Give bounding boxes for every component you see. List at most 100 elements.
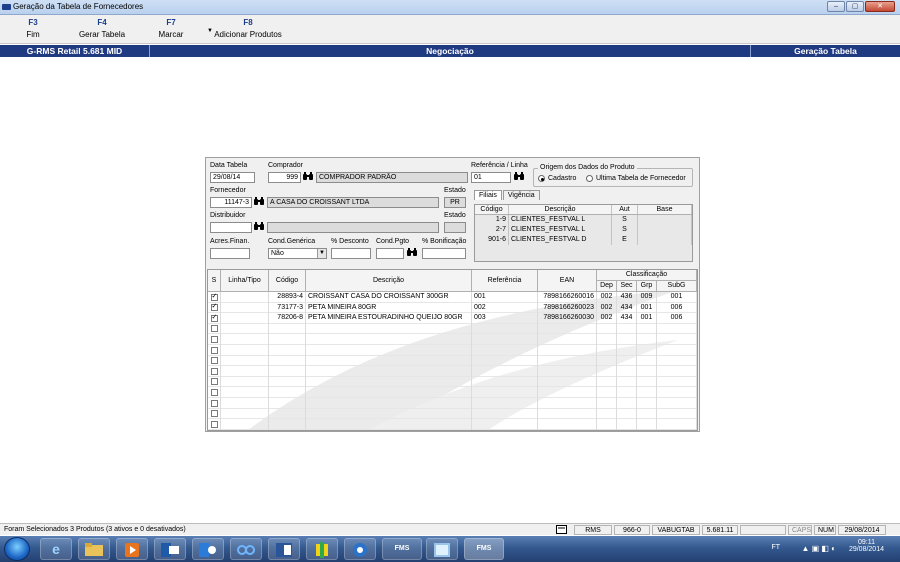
remote-app-icon[interactable]: [344, 538, 376, 560]
table-row[interactable]: [208, 398, 697, 409]
row-checkbox[interactable]: [210, 325, 218, 333]
table-row[interactable]: [208, 408, 697, 420]
row-checkbox[interactable]: [210, 378, 218, 386]
filiais-row[interactable]: 1-9 CLIENTES_FESTVAL L S: [475, 215, 692, 225]
maximize-button[interactable]: ▢: [846, 1, 864, 12]
toolbar-gerar-tabela-button[interactable]: F4 Gerar Tabela: [78, 18, 126, 39]
toolbar-adicionar-produtos-button[interactable]: ▼ F8 Adicionar Produtos: [207, 18, 282, 39]
cell-select[interactable]: [208, 334, 221, 345]
dropdown-arrow-icon[interactable]: ▼: [207, 28, 213, 34]
distribuidor-code-field[interactable]: [210, 222, 252, 233]
binoculars-search-icon[interactable]: [254, 222, 264, 231]
cell-referencia: [472, 398, 538, 409]
row-checkbox[interactable]: [210, 313, 218, 323]
cell-descricao: [306, 345, 472, 356]
row-checkbox[interactable]: [210, 410, 218, 418]
cell-select[interactable]: [208, 292, 221, 303]
tray-clock[interactable]: 09:11 29/08/2014: [849, 539, 884, 553]
windows-start-icon[interactable]: [4, 537, 30, 561]
cell-dep: [597, 355, 617, 367]
word-icon[interactable]: [268, 538, 300, 560]
minimize-button[interactable]: –: [827, 1, 845, 12]
cell-grp: [637, 376, 657, 388]
tray-language[interactable]: FT: [771, 544, 780, 551]
lync-icon[interactable]: [192, 538, 224, 560]
toolbar-marcar-button[interactable]: F7 Marcar: [156, 18, 186, 39]
row-checkbox[interactable]: [210, 357, 218, 365]
referencia-field[interactable]: 01: [471, 172, 511, 183]
row-checkbox[interactable]: [210, 420, 218, 428]
table-row[interactable]: 78206-8PETA MINEIRA ESTOURADINHO QUEIJO …: [208, 313, 697, 324]
cell-descricao: [306, 376, 472, 388]
internet-explorer-icon[interactable]: e: [40, 538, 72, 560]
binoculars-search-icon[interactable]: [254, 197, 264, 206]
cell-select[interactable]: [208, 366, 221, 377]
cell-select[interactable]: [208, 408, 221, 420]
close-button[interactable]: ✕: [865, 1, 895, 12]
tab-vigencia[interactable]: Vigência: [502, 190, 540, 200]
acres-field[interactable]: [210, 248, 250, 259]
table-row[interactable]: [208, 366, 697, 377]
cell-select[interactable]: [208, 376, 221, 388]
adicionar-key: F8: [243, 18, 253, 27]
cell-select[interactable]: [208, 302, 221, 314]
cell-linha: [221, 429, 269, 430]
radio-ultima-tabela[interactable]: Ultima Tabela de Fornecedor: [586, 175, 686, 182]
cell-select[interactable]: [208, 345, 221, 356]
cell-select[interactable]: [208, 323, 221, 335]
row-checkbox[interactable]: [210, 367, 218, 375]
row-checkbox[interactable]: [210, 335, 218, 343]
table-row[interactable]: [208, 387, 697, 398]
document-icon: [552, 525, 570, 535]
radio-cadastro[interactable]: Cadastro: [538, 175, 576, 182]
desconto-field[interactable]: [331, 248, 371, 259]
cond-generica-select[interactable]: Não ▼: [268, 248, 327, 259]
cell-select[interactable]: [208, 387, 221, 398]
table-row[interactable]: [208, 429, 697, 430]
table-row[interactable]: [208, 419, 697, 430]
chevron-down-icon[interactable]: ▼: [317, 249, 326, 258]
table-row[interactable]: 73177-3PETA MINEIRA 80GR0027898166260023…: [208, 302, 697, 314]
tab-filiais[interactable]: Filiais: [474, 190, 502, 200]
filiais-row[interactable]: 2-7 CLIENTES_FESTVAL L S: [475, 225, 692, 235]
filial-descricao: CLIENTES_FESTVAL D: [509, 235, 612, 245]
binoculars-search-icon[interactable]: [514, 172, 524, 181]
binoculars-search-icon[interactable]: [407, 248, 417, 257]
toolbar-fim-button[interactable]: F3 Fim: [22, 18, 44, 39]
link-app-icon[interactable]: [230, 538, 262, 560]
row-checkbox[interactable]: [210, 388, 218, 396]
bonificacao-field[interactable]: [422, 248, 466, 259]
cell-sec: [617, 334, 637, 345]
row-checkbox[interactable]: [210, 292, 218, 302]
fms-app-1-icon[interactable]: FMS: [382, 538, 422, 560]
puzzle-app-icon[interactable]: [306, 538, 338, 560]
binoculars-search-icon[interactable]: [303, 172, 313, 181]
row-checkbox[interactable]: [210, 346, 218, 354]
notepad-app-icon[interactable]: [426, 538, 458, 560]
data-tabela-field[interactable]: 29/08/14: [210, 172, 255, 183]
cell-sec: 434: [617, 313, 637, 324]
fms-app-2-icon[interactable]: FMS: [464, 538, 504, 560]
table-row[interactable]: 28893-4CROISSANT CASA DO CROISSANT 300GR…: [208, 292, 697, 303]
table-row[interactable]: [208, 376, 697, 388]
comprador-code-field[interactable]: 999: [268, 172, 301, 183]
cell-select[interactable]: [208, 398, 221, 409]
table-row[interactable]: [208, 345, 697, 356]
filiais-row[interactable]: 901-6 CLIENTES_FESTVAL D E: [475, 235, 692, 245]
tray-icons[interactable]: ▲ ▣ ◧ ◐: [801, 544, 836, 553]
cell-select[interactable]: [208, 419, 221, 430]
row-checkbox[interactable]: [210, 303, 218, 312]
cell-select[interactable]: [208, 429, 221, 430]
cell-select[interactable]: [208, 355, 221, 367]
row-checkbox[interactable]: [210, 399, 218, 407]
filiais-header-descricao: Descrição: [509, 205, 612, 214]
media-player-icon[interactable]: [116, 538, 148, 560]
table-row[interactable]: [208, 323, 697, 335]
file-explorer-icon[interactable]: [78, 538, 110, 560]
table-row[interactable]: [208, 355, 697, 367]
outlook-icon[interactable]: [154, 538, 186, 560]
cond-pgto-field[interactable]: [376, 248, 404, 259]
fornecedor-code-field[interactable]: 11147-3: [210, 197, 252, 208]
cell-select[interactable]: [208, 313, 221, 324]
table-row[interactable]: [208, 334, 697, 345]
